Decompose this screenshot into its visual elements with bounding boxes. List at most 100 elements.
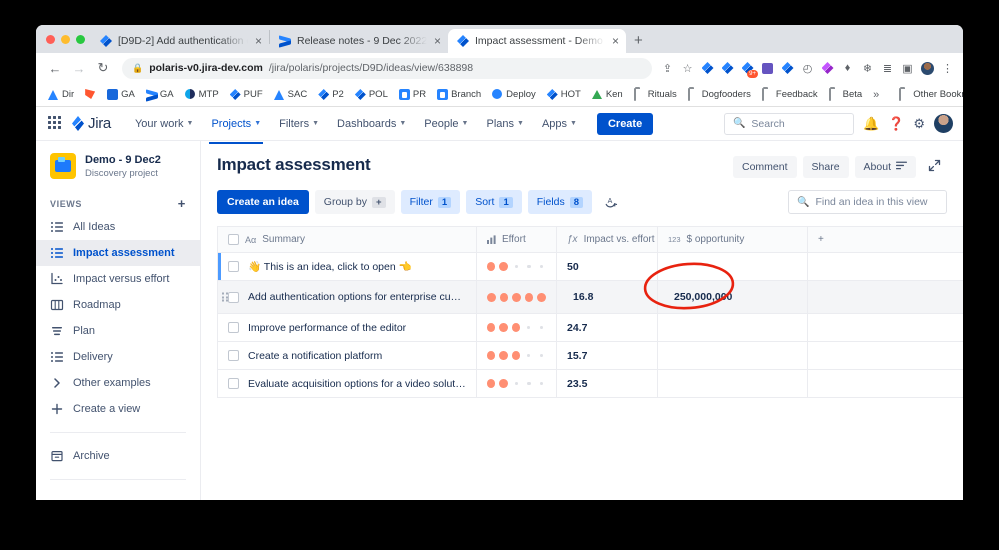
nav-projects[interactable]: Projects ▼ [203, 112, 269, 144]
drag-handle-icon[interactable] [222, 292, 228, 302]
browser-tab-1[interactable]: [D9D-2] Add authentication op × [91, 29, 269, 53]
settings-icon[interactable]: ⚙ [913, 116, 925, 132]
browser-tab-2[interactable]: Release notes - 9 Dec 2022 - J × [270, 29, 448, 53]
sort-button[interactable]: Sort 1 [466, 190, 522, 214]
cell-effort[interactable] [476, 369, 557, 398]
nav-plans[interactable]: Plans ▼ [478, 112, 531, 136]
row-checkbox[interactable] [228, 322, 239, 333]
column-header-opportunity[interactable]: 123 $ opportunity [657, 226, 808, 253]
bookmark-ga-1[interactable]: GA [103, 88, 139, 101]
column-header-effort[interactable]: Effort [476, 226, 557, 253]
close-tab-icon[interactable]: × [611, 35, 620, 47]
notifications-icon[interactable]: 🔔 [863, 116, 879, 132]
global-search-input[interactable]: 🔍 Search [723, 112, 854, 135]
bitbucket-extension-icon[interactable] [760, 61, 775, 76]
about-button[interactable]: About [854, 156, 916, 178]
help-icon[interactable]: ❓ [888, 116, 904, 132]
create-an-idea-button[interactable]: Create an idea [217, 190, 309, 214]
cell-impact-vs-effort[interactable]: 24.7 [556, 313, 658, 342]
row-checkbox[interactable] [228, 378, 239, 389]
table-row[interactable]: 👋 This is an idea, click to open 👈 50 [217, 252, 963, 281]
cell-summary[interactable]: Create a notification platform [217, 341, 477, 370]
star-icon[interactable]: ☆ [680, 61, 695, 76]
side-panel-icon[interactable]: ▣ [900, 61, 915, 76]
table-row[interactable]: Improve performance of the editor 24.7 [217, 313, 963, 342]
window-traffic-lights[interactable] [44, 25, 91, 53]
address-bar[interactable]: 🔒 polaris-v0.jira-dev.com/jira/polaris/p… [122, 57, 652, 79]
cell-impact-vs-effort[interactable]: 15.7 [556, 341, 658, 370]
sidebar-item-archive[interactable]: Archive [36, 443, 200, 469]
cell-opportunity[interactable] [657, 252, 808, 281]
bookmark-pol[interactable]: POL [351, 88, 392, 101]
jira-extension-badge-icon[interactable]: 9+ [740, 61, 758, 78]
cell-impact-vs-effort[interactable]: 23.5 [556, 369, 658, 398]
bookmark-branch[interactable]: Branch [433, 88, 485, 101]
expand-icon[interactable] [922, 155, 947, 179]
cell-summary[interactable]: Evaluate acquisition options for a video… [217, 369, 477, 398]
reload-icon[interactable]: ↻ [92, 57, 114, 79]
maximize-window-button[interactable] [76, 34, 85, 44]
jira-extension-4-icon[interactable] [820, 61, 835, 76]
profile-avatar[interactable] [934, 114, 953, 133]
nav-people[interactable]: People ▼ [416, 112, 476, 136]
bookmark-puf[interactable]: PUF [226, 88, 267, 101]
cell-opportunity[interactable]: 250,000,000 [657, 280, 808, 314]
new-tab-button[interactable]: + [626, 29, 651, 53]
cell-effort[interactable] [476, 341, 557, 370]
column-header-summary[interactable]: Aα Summary [217, 226, 477, 253]
jira-extension-3-icon[interactable] [780, 61, 795, 76]
minimize-window-button[interactable] [61, 34, 70, 44]
row-checkbox[interactable] [228, 261, 239, 272]
table-row[interactable]: Add authentication options for enterpris… [217, 280, 963, 314]
share-button[interactable]: Share [802, 156, 849, 178]
close-window-button[interactable] [46, 34, 55, 44]
bookmark-hot[interactable]: HOT [543, 88, 585, 101]
cell-summary[interactable]: Improve performance of the editor [217, 313, 477, 342]
bookmark-ga-2[interactable]: GA [142, 88, 178, 101]
create-button[interactable]: Create [596, 112, 654, 135]
bookmark-beta[interactable]: Beta [825, 88, 867, 101]
jira-extension-2-icon[interactable] [720, 61, 735, 76]
filter-button[interactable]: Filter 1 [400, 190, 461, 214]
nav-your-work[interactable]: Your work ▼ [127, 112, 201, 136]
select-all-checkbox[interactable] [228, 234, 239, 245]
back-icon[interactable]: ← [44, 57, 66, 79]
cell-impact-vs-effort[interactable]: 50 [556, 252, 658, 281]
forward-icon[interactable]: → [68, 57, 90, 79]
bookmark-rituals[interactable]: Rituals [630, 88, 681, 101]
jira-logo[interactable]: Jira [72, 115, 111, 132]
table-row[interactable]: Evaluate acquisition options for a video… [217, 369, 963, 398]
sidebar-item-create-a-view[interactable]: Create a view [36, 396, 200, 422]
reading-list-icon[interactable]: ≣ [880, 61, 895, 76]
browser-tab-3-active[interactable]: Impact assessment - Demo - 9 × [448, 29, 626, 53]
project-header[interactable]: Demo - 9 Dec2 Discovery project [36, 153, 200, 191]
sidebar-item-delivery[interactable]: Delivery [36, 344, 200, 370]
trello-extension-icon[interactable]: ♦ [840, 61, 855, 76]
other-bookmarks-button[interactable]: Other Bookmarks [895, 88, 963, 101]
puzzle-extension-icon[interactable]: ❄ [860, 61, 875, 76]
close-tab-icon[interactable]: × [433, 35, 442, 47]
bookmark-deploy[interactable]: Deploy [488, 88, 540, 101]
apps-grid-icon[interactable] [48, 115, 64, 132]
sidebar-item-all-ideas[interactable]: All Ideas [36, 214, 200, 240]
row-checkbox[interactable] [228, 350, 239, 361]
cell-effort[interactable] [476, 280, 557, 314]
browser-menu-icon[interactable]: ⋮ [940, 61, 955, 76]
cell-summary[interactable]: 👋 This is an idea, click to open 👈 [217, 252, 477, 281]
nav-apps[interactable]: Apps ▼ [534, 112, 585, 136]
profile-avatar[interactable] [920, 61, 935, 76]
sidebar-item-other-examples[interactable]: Other examples [36, 370, 200, 396]
cell-opportunity[interactable] [657, 341, 808, 370]
sidebar-item-impact-assessment[interactable]: Impact assessment [36, 240, 200, 267]
sidebar-item-plan[interactable]: Plan [36, 318, 200, 344]
fields-button[interactable]: Fields 8 [527, 190, 593, 214]
cell-summary[interactable]: Add authentication options for enterpris… [217, 280, 477, 314]
jira-extension-icon[interactable] [700, 61, 715, 76]
sidebar-item-impact-versus-effort[interactable]: Impact versus effort [36, 266, 200, 292]
row-checkbox[interactable] [228, 291, 239, 303]
bookmark-dogfooders[interactable]: Dogfooders [684, 88, 755, 101]
column-header-impact-vs-effort[interactable]: ƒx Impact vs. effort [556, 226, 658, 253]
bookmark-feedback[interactable]: Feedback [758, 88, 822, 101]
cell-opportunity[interactable] [657, 313, 808, 342]
cell-effort[interactable] [476, 252, 557, 281]
